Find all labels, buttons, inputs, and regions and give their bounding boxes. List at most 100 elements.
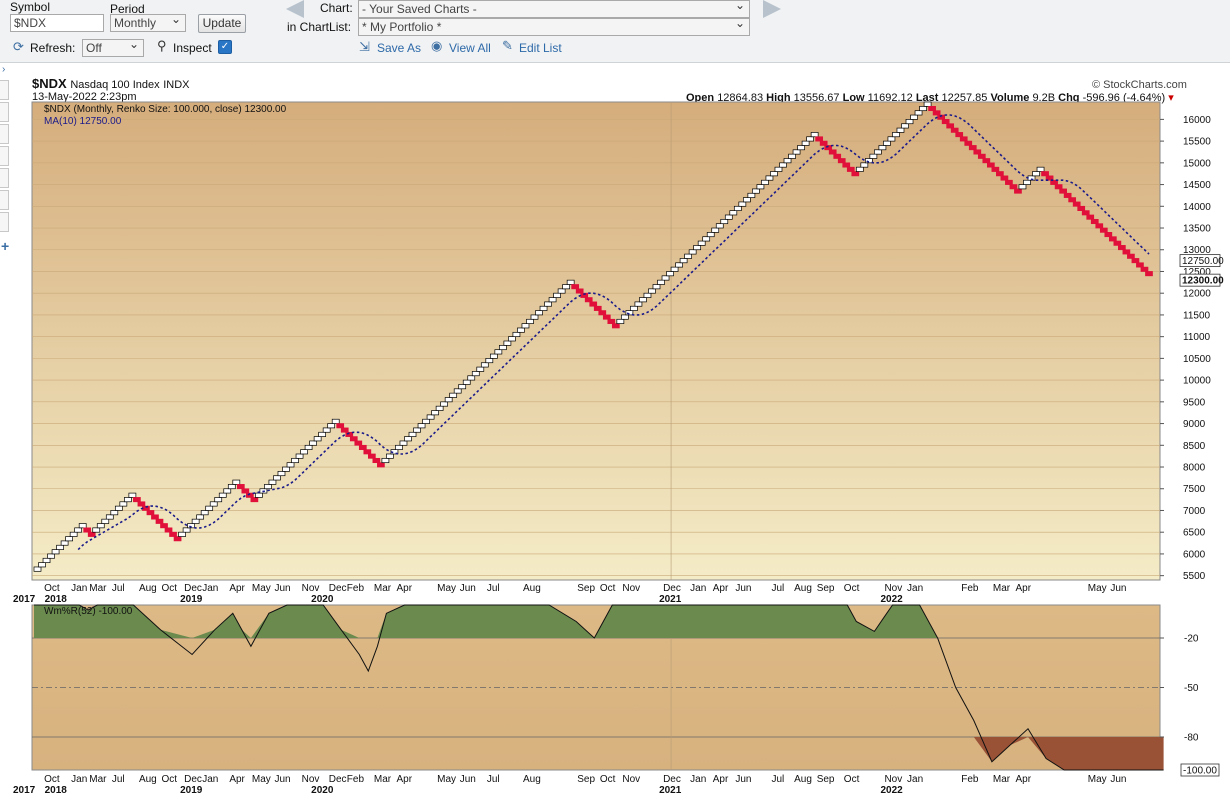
indicator-y-tick-label: -50 xyxy=(1184,683,1199,694)
x-month-label: Jul xyxy=(112,774,125,785)
x-month-label: Oct xyxy=(600,583,616,594)
renko-box-up xyxy=(404,436,412,442)
renko-box-up xyxy=(765,175,774,181)
x-month-label: May xyxy=(252,774,271,785)
renko-box-up xyxy=(462,379,471,385)
renko-box-down xyxy=(982,158,991,164)
renko-box-down xyxy=(169,531,177,537)
renko-box-up xyxy=(630,305,638,311)
renko-box-up xyxy=(453,388,462,394)
renko-box-up xyxy=(282,466,290,472)
renko-box-up xyxy=(553,292,561,298)
renko-box-up xyxy=(318,431,327,437)
renko-box-up xyxy=(544,301,552,307)
renko-box-down xyxy=(1113,240,1122,246)
x-month-label: Dec xyxy=(184,583,202,594)
y-tick-label: 9500 xyxy=(1183,397,1206,408)
renko-box-down xyxy=(1118,245,1126,251)
y-tick-label: 6500 xyxy=(1183,528,1206,539)
renko-box-up xyxy=(223,488,232,494)
x-month-label: Aug xyxy=(139,583,157,594)
renko-box-up xyxy=(666,271,674,277)
renko-box-down xyxy=(846,166,855,172)
renko-box-down xyxy=(1086,214,1095,220)
x-month-label: Sep xyxy=(577,583,595,594)
renko-box-down xyxy=(602,314,611,320)
x-year-label: 2020 xyxy=(311,785,334,796)
renko-box-up xyxy=(643,292,652,298)
renko-box-up xyxy=(182,527,191,533)
indicator-y-tick-label: -20 xyxy=(1184,634,1199,645)
x-year-label: 2022 xyxy=(880,785,903,796)
x-month-label: Feb xyxy=(961,774,979,785)
renko-box-up xyxy=(417,423,426,429)
renko-box-down xyxy=(1054,184,1063,190)
x-month-label: Jul xyxy=(772,583,785,594)
renko-box-up xyxy=(887,136,896,142)
renko-box-up xyxy=(923,101,932,107)
renko-box-down xyxy=(996,171,1004,177)
renko-box-up xyxy=(914,110,923,116)
x-month-label: Oct xyxy=(44,774,60,785)
renko-box-down xyxy=(358,444,367,450)
renko-box-down xyxy=(1072,201,1081,207)
renko-box-up xyxy=(806,136,814,142)
renko-box-down xyxy=(137,501,146,507)
renko-box-up xyxy=(1036,166,1045,172)
renko-box-down xyxy=(160,523,168,529)
x-month-label: Jan xyxy=(907,583,923,594)
renko-box-up xyxy=(74,527,83,533)
renko-box-up xyxy=(779,162,787,168)
y-tick-label: 15000 xyxy=(1183,158,1211,169)
renko-box-up xyxy=(313,436,322,442)
renko-box-down xyxy=(1063,192,1072,198)
renko-box-up xyxy=(476,366,485,372)
renko-box-up xyxy=(431,410,439,416)
renko-box-up xyxy=(435,405,444,411)
renko-box-down xyxy=(1136,262,1144,268)
renko-box-down xyxy=(946,123,955,129)
renko-box-up xyxy=(480,362,489,368)
y-tick-label: 14500 xyxy=(1183,180,1211,191)
x-month-label: Mar xyxy=(374,583,392,594)
renko-box-up xyxy=(702,236,711,242)
renko-box-up xyxy=(788,153,796,159)
renko-box-up xyxy=(688,249,697,255)
renko-box-up xyxy=(471,371,480,377)
renko-box-up xyxy=(919,105,927,112)
renko-box-up xyxy=(331,418,340,424)
renko-box-up xyxy=(304,444,313,450)
renko-box-down xyxy=(1081,210,1090,216)
renko-box-up xyxy=(905,119,914,125)
renko-box-up xyxy=(720,218,729,225)
renko-box-down xyxy=(87,531,96,537)
renko-box-down xyxy=(133,497,141,503)
renko-box-down xyxy=(1127,253,1135,259)
renko-box-up xyxy=(715,223,724,229)
renko-box-up xyxy=(110,510,119,516)
renko-box-up xyxy=(114,505,123,511)
renko-box-up xyxy=(232,479,241,485)
renko-box-up xyxy=(494,349,503,355)
renko-box-up xyxy=(227,484,236,490)
renko-box-up xyxy=(309,440,317,446)
renko-box-up xyxy=(273,475,281,481)
y-tick-label: 15500 xyxy=(1183,137,1211,148)
renko-box-down xyxy=(340,427,349,433)
y-tick-label: 7500 xyxy=(1183,484,1206,495)
main-legend-ma: MA(10) 12750.00 xyxy=(44,116,122,127)
renko-box-down xyxy=(1009,184,1018,190)
renko-box-down xyxy=(363,449,372,455)
renko-box-down xyxy=(598,310,607,316)
renko-box-down xyxy=(1041,171,1049,177)
renko-box-down xyxy=(1095,223,1104,229)
renko-box-up xyxy=(440,401,448,407)
renko-box-down xyxy=(377,462,385,468)
x-month-label: Nov xyxy=(622,774,640,785)
y-tick-label: 10000 xyxy=(1183,376,1211,387)
renko-box-up xyxy=(286,462,295,468)
renko-box-up xyxy=(747,192,756,198)
x-year-label: 2017 xyxy=(13,594,36,605)
y-tick-label: 9000 xyxy=(1183,419,1206,430)
x-month-label: Nov xyxy=(884,774,902,785)
